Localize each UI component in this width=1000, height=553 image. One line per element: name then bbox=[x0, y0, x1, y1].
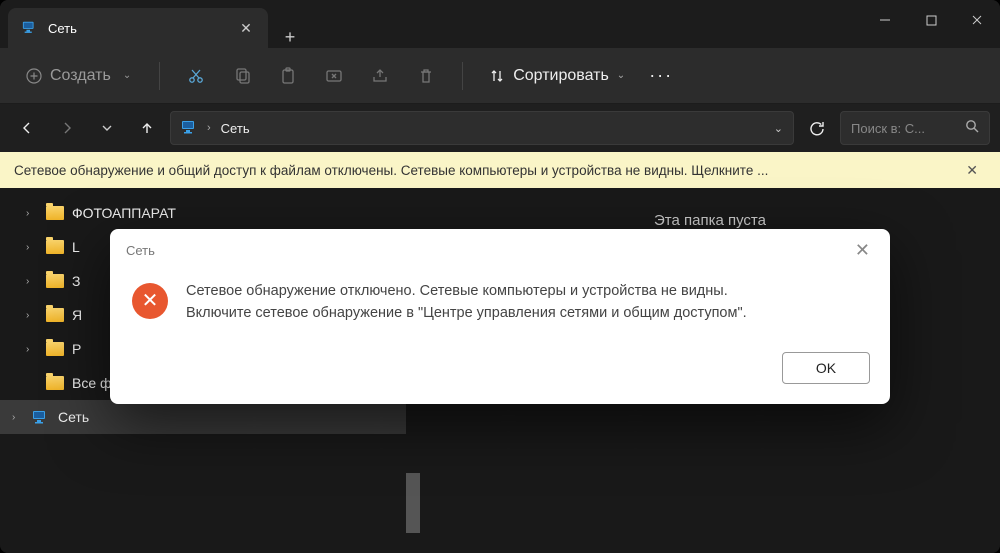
dialog-titlebar: Сеть ✕ bbox=[110, 229, 890, 273]
info-bar-message: Сетевое обнаружение и общий доступ к фай… bbox=[14, 163, 958, 178]
empty-folder-message: Эта папка пуста bbox=[654, 212, 766, 229]
info-bar[interactable]: Сетевое обнаружение и общий доступ к фай… bbox=[0, 152, 1000, 188]
new-tab-button[interactable]: + bbox=[272, 27, 308, 48]
network-icon bbox=[181, 120, 197, 136]
delete-button[interactable] bbox=[406, 58, 446, 94]
folder-icon bbox=[46, 376, 64, 390]
forward-button[interactable] bbox=[50, 111, 84, 145]
close-icon[interactable]: ✕ bbox=[238, 20, 254, 36]
tree-item-network[interactable]: › Сеть bbox=[0, 400, 420, 434]
chevron-right-icon: › bbox=[207, 122, 211, 134]
dialog-body: ✕ Сетевое обнаружение отключено. Сетевые… bbox=[110, 273, 890, 343]
back-button[interactable] bbox=[10, 111, 44, 145]
up-button[interactable] bbox=[130, 111, 164, 145]
chevron-right-icon[interactable]: › bbox=[12, 412, 24, 423]
sort-icon bbox=[489, 68, 505, 84]
share-button[interactable] bbox=[360, 58, 400, 94]
search-input[interactable]: Поиск в: С... bbox=[840, 111, 990, 145]
error-dialog: Сеть ✕ ✕ Сетевое обнаружение отключено. … bbox=[110, 229, 890, 405]
dialog-footer: OK bbox=[110, 342, 890, 404]
tab-title: Сеть bbox=[48, 21, 228, 36]
network-icon bbox=[22, 20, 38, 36]
cut-button[interactable] bbox=[176, 58, 216, 94]
navigation-bar: › Сеть ⌄ Поиск в: С... bbox=[0, 104, 1000, 152]
paste-button[interactable] bbox=[268, 58, 308, 94]
create-button[interactable]: Создать ⌄ bbox=[14, 61, 143, 91]
network-icon bbox=[32, 410, 50, 424]
close-button[interactable] bbox=[954, 0, 1000, 40]
tree-item-label: З bbox=[72, 273, 80, 289]
separator bbox=[462, 62, 463, 90]
chevron-right-icon[interactable]: › bbox=[26, 344, 38, 355]
tree-item-label: ФОТОАППАРАТ bbox=[72, 205, 176, 221]
file-explorer-window: Сеть ✕ + Создать ⌄ Сортировать ⌄ bbox=[0, 0, 1000, 553]
tree-item-label: P bbox=[72, 341, 81, 357]
chevron-right-icon[interactable]: › bbox=[26, 242, 38, 253]
search-icon bbox=[965, 119, 979, 138]
dialog-title: Сеть bbox=[126, 243, 155, 258]
recent-locations-button[interactable] bbox=[90, 111, 124, 145]
error-icon: ✕ bbox=[132, 283, 168, 319]
maximize-button[interactable] bbox=[908, 0, 954, 40]
dialog-message: Сетевое обнаружение отключено. Сетевые к… bbox=[186, 281, 747, 325]
breadcrumb-location[interactable]: Сеть bbox=[221, 121, 250, 136]
minimize-button[interactable] bbox=[862, 0, 908, 40]
tree-item-label: L bbox=[72, 239, 80, 255]
caption-buttons bbox=[862, 0, 1000, 48]
more-button[interactable]: ··· bbox=[641, 58, 681, 94]
chevron-down-icon[interactable]: ⌄ bbox=[774, 122, 783, 135]
folder-icon bbox=[46, 240, 64, 254]
ok-button[interactable]: OK bbox=[782, 352, 870, 384]
refresh-button[interactable] bbox=[800, 111, 834, 145]
tab-strip: Сеть ✕ + bbox=[0, 0, 308, 48]
tree-item-label: Я bbox=[72, 307, 82, 323]
folder-icon bbox=[46, 206, 64, 220]
rename-button[interactable] bbox=[314, 58, 354, 94]
folder-icon bbox=[46, 308, 64, 322]
sort-label: Сортировать bbox=[513, 67, 609, 85]
toolbar: Создать ⌄ Сортировать ⌄ ··· bbox=[0, 48, 1000, 104]
chevron-down-icon: ⌄ bbox=[123, 70, 131, 81]
sort-button[interactable]: Сортировать ⌄ bbox=[479, 61, 635, 91]
close-icon[interactable]: ✕ bbox=[958, 158, 986, 183]
dialog-message-line: Включите сетевое обнаружение в "Центре у… bbox=[186, 303, 747, 325]
chevron-right-icon[interactable]: › bbox=[26, 208, 38, 219]
create-label: Создать bbox=[50, 67, 111, 85]
copy-button[interactable] bbox=[222, 58, 262, 94]
address-bar[interactable]: › Сеть ⌄ bbox=[170, 111, 794, 145]
chevron-right-icon[interactable]: › bbox=[26, 310, 38, 321]
chevron-right-icon[interactable]: › bbox=[26, 276, 38, 287]
tree-item-label: Сеть bbox=[58, 409, 89, 425]
tree-item[interactable]: › ФОТОАППАРАТ bbox=[0, 196, 420, 230]
search-placeholder: Поиск в: С... bbox=[851, 121, 957, 136]
close-icon[interactable]: ✕ bbox=[851, 236, 874, 265]
dialog-message-line: Сетевое обнаружение отключено. Сетевые к… bbox=[186, 281, 747, 303]
folder-icon bbox=[46, 274, 64, 288]
plus-circle-icon bbox=[26, 68, 42, 84]
chevron-down-icon: ⌄ bbox=[617, 70, 625, 81]
folder-icon bbox=[46, 342, 64, 356]
scrollbar-thumb[interactable] bbox=[406, 473, 420, 533]
separator bbox=[159, 62, 160, 90]
titlebar: Сеть ✕ + bbox=[0, 0, 1000, 48]
tab-network[interactable]: Сеть ✕ bbox=[8, 8, 268, 48]
